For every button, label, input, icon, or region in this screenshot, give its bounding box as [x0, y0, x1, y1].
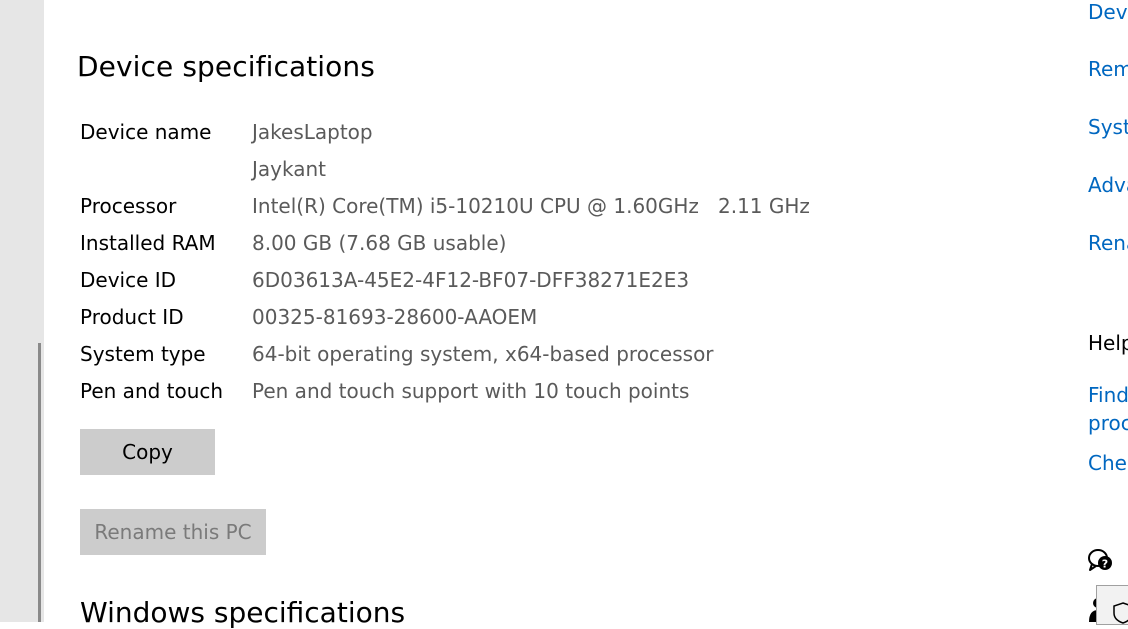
related-settings-panel: Devi Rem Syste Adva Rena Help Find proc … — [1088, 0, 1128, 622]
security-notification-popup[interactable] — [1096, 585, 1128, 625]
windows-specifications-heading: Windows specifications — [80, 596, 406, 629]
device-id-value: 6D03613A-45E2-4F12-BF07-DFF38271E2E3 — [252, 268, 690, 292]
help-heading: Help — [1088, 331, 1128, 355]
scrollbar-thumb[interactable] — [38, 343, 41, 622]
processor-label: Processor — [80, 194, 177, 218]
device-specifications-heading: Device specifications — [77, 50, 375, 83]
device-name-value: JakesLaptop — [252, 120, 373, 144]
device-owner-value: Jaykant — [252, 157, 326, 181]
product-id-value: 00325-81693-28600-AAOEM — [252, 305, 538, 329]
help-link-product-key-continued[interactable]: proc — [1088, 411, 1128, 435]
product-id-label: Product ID — [80, 305, 184, 329]
help-link-find-product-key[interactable]: Find — [1088, 383, 1128, 407]
system-type-value: 64-bit operating system, x64-based proce… — [252, 342, 714, 366]
related-link-advanced-system-settings[interactable]: Adva — [1088, 173, 1128, 197]
rename-this-pc-button[interactable]: Rename this PC — [80, 509, 266, 555]
help-link-check[interactable]: Chec — [1088, 451, 1128, 475]
shield-icon — [1113, 602, 1128, 624]
copy-button[interactable]: Copy — [80, 429, 215, 475]
installed-ram-label: Installed RAM — [80, 231, 216, 255]
system-type-label: System type — [80, 342, 206, 366]
installed-ram-value: 8.00 GB (7.68 GB usable) — [252, 231, 507, 255]
related-link-system-protection[interactable]: Syste — [1088, 115, 1128, 139]
device-name-label: Device name — [80, 120, 212, 144]
get-help-icon[interactable]: ? — [1087, 547, 1115, 575]
settings-content: Device specifications Device name JakesL… — [44, 0, 1084, 629]
device-id-label: Device ID — [80, 268, 177, 292]
pen-and-touch-label: Pen and touch — [80, 379, 224, 403]
related-link-device-manager[interactable]: Devi — [1088, 0, 1128, 24]
related-link-rename-pc[interactable]: Rena — [1088, 231, 1128, 255]
related-link-remote-desktop[interactable]: Rem — [1088, 57, 1128, 81]
pen-and-touch-value: Pen and touch support with 10 touch poin… — [252, 379, 690, 403]
svg-text:?: ? — [1102, 558, 1108, 571]
processor-value: Intel(R) Core(TM) i5-10210U CPU @ 1.60GH… — [252, 194, 810, 218]
